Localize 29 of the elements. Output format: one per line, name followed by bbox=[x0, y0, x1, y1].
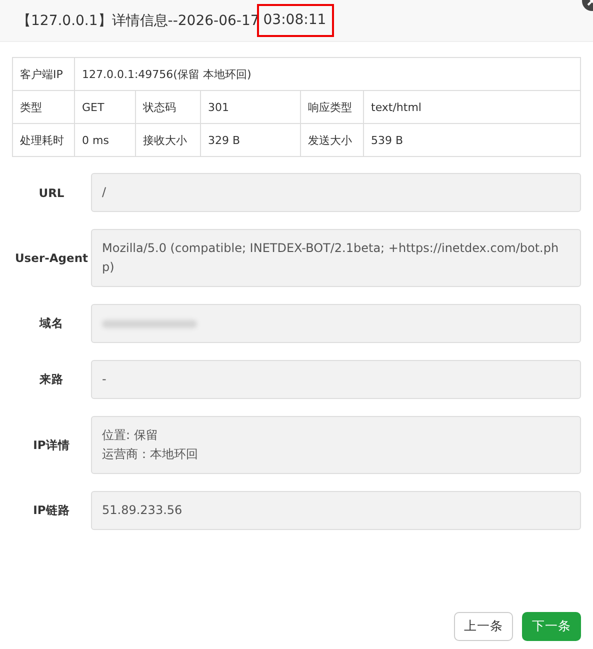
field-value: 运营商：本地环回 bbox=[102, 446, 199, 463]
field-label: URL bbox=[38, 186, 66, 200]
summary-value: 539 B bbox=[364, 124, 580, 156]
summary-value: 127.0.0.1:49756(保留 本地环回) bbox=[74, 58, 580, 90]
summary-value: 301 bbox=[200, 90, 300, 124]
window-title: 【127.0.0.1】详情信息--2026-06-17 bbox=[17, 12, 260, 30]
field-value: / bbox=[102, 184, 108, 201]
field-value: 51.89.233.56 bbox=[102, 502, 184, 519]
summary-label: 客户端IP bbox=[12, 58, 74, 90]
summary-value: 329 B bbox=[200, 124, 300, 156]
field-label: 域名 bbox=[38, 316, 64, 331]
summary-label: 接收大小 bbox=[136, 124, 200, 156]
field-label: 来路 bbox=[38, 372, 64, 387]
summary-value: GET bbox=[74, 90, 136, 124]
summary-value: text/html bbox=[364, 90, 580, 124]
summary-label: 状态码 bbox=[136, 90, 200, 124]
summary-value: 0 ms bbox=[74, 124, 136, 156]
field-value: Mozilla/5.0 (compatible; INETDEX-BOT/2.1beta; +https://inetdex.com/bot.php) bbox=[102, 240, 560, 276]
field-value: 位置: 保留 bbox=[102, 427, 159, 444]
summary-label: 响应类型 bbox=[300, 90, 364, 124]
summary-label: 类型 bbox=[12, 90, 74, 124]
summary-label: 发送大小 bbox=[300, 124, 364, 156]
field-value: - bbox=[102, 371, 108, 388]
previous-button[interactable]: 上一条 bbox=[454, 612, 513, 641]
field-label: IP详情 bbox=[32, 438, 71, 452]
summary-label: 处理耗时 bbox=[12, 124, 74, 156]
field-label: User-Agent bbox=[14, 251, 90, 265]
highlighted-time: 03:08:11 bbox=[257, 4, 334, 37]
field-label: IP链路 bbox=[32, 503, 71, 518]
